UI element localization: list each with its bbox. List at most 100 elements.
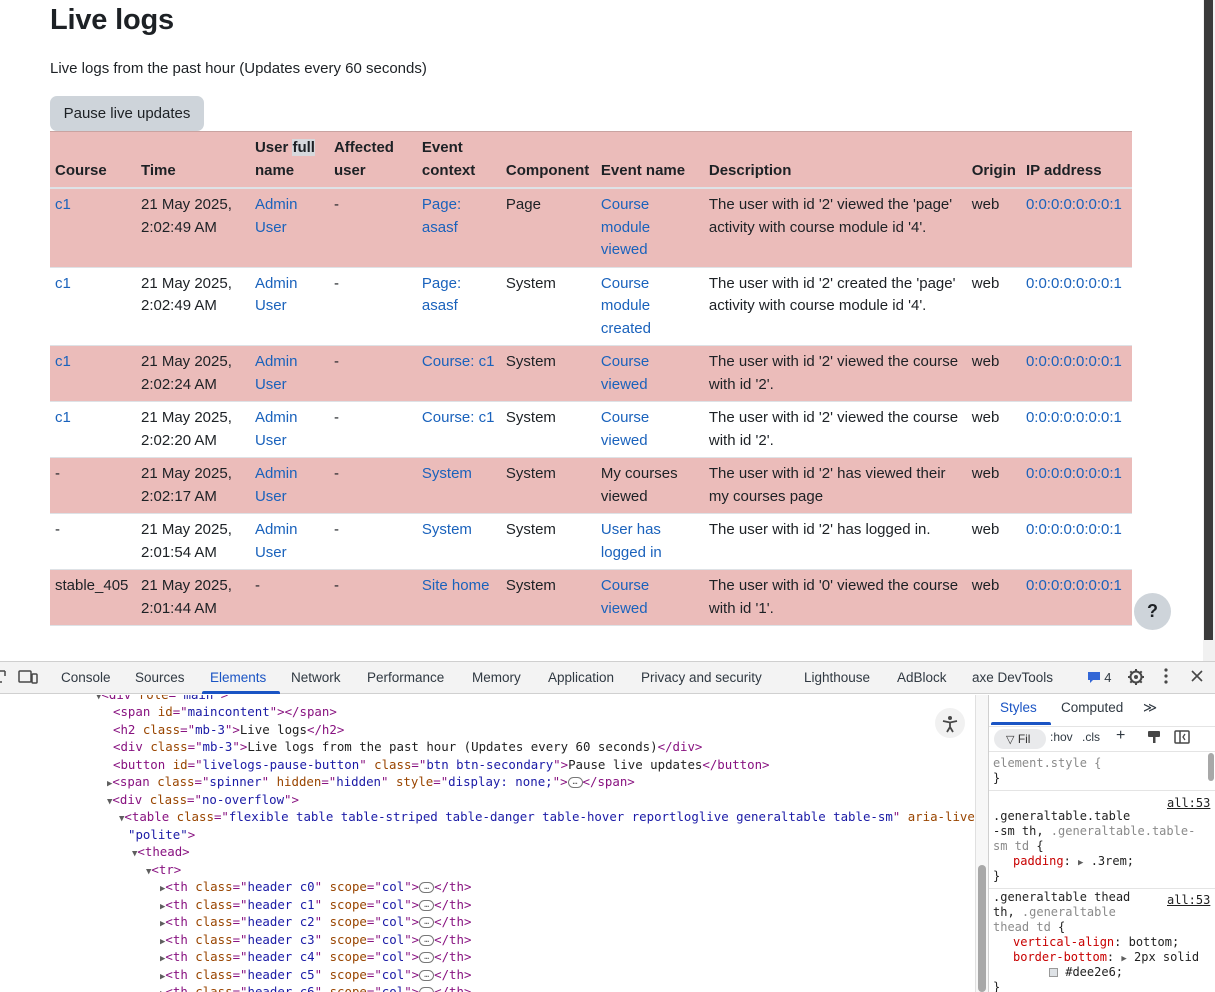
collapsed-content-ellipsis[interactable]: … [419, 917, 434, 928]
styles-scrollbar[interactable] [1206, 753, 1215, 992]
rule1-source-link[interactable]: all:53 [1167, 796, 1210, 810]
tab-application[interactable]: Application [548, 662, 614, 693]
styles-filter-input[interactable]: ▽ Fil [994, 729, 1046, 749]
course-link[interactable]: c1 [55, 196, 71, 213]
hover-state-toggle[interactable]: :hov [1050, 730, 1073, 744]
paint-brush-icon[interactable] [1147, 730, 1161, 747]
ip-address-link[interactable]: 0:0:0:0:0:0:0:1 [1026, 353, 1122, 370]
dom-node-line[interactable]: ▶<th class="header c4" scope="col">…</th… [160, 948, 471, 966]
header-time[interactable]: Time [136, 132, 250, 189]
collapsed-content-ellipsis[interactable]: … [419, 900, 434, 911]
tab-performance[interactable]: Performance [367, 662, 444, 693]
tab-axe-devtools[interactable]: axe DevTools [972, 662, 1053, 693]
tab-network[interactable]: Network [291, 662, 341, 693]
event-context-link[interactable]: Course: c1 [422, 353, 495, 370]
styles-scrollbar-thumb[interactable] [1208, 753, 1214, 781]
collapsed-content-ellipsis[interactable]: … [419, 987, 434, 992]
dom-node-line[interactable]: "polite"> [128, 826, 195, 844]
user-full-name-link[interactable]: Admin User [255, 409, 298, 449]
more-options-icon[interactable] [1158, 668, 1174, 688]
dom-node-line[interactable]: ▼<div class="no-overflow"> [107, 791, 299, 809]
course-link[interactable]: c1 [55, 275, 71, 292]
event-context-link[interactable]: Page: asasf [422, 196, 461, 236]
event-name-link[interactable]: Course viewed [601, 353, 649, 393]
tab-styles[interactable]: Styles [1000, 700, 1037, 715]
dom-node-line[interactable]: ▶<th class="header c2" scope="col">…</th… [160, 913, 471, 931]
ip-address-link[interactable]: 0:0:0:0:0:0:0:1 [1026, 275, 1122, 292]
rule1-declaration[interactable]: padding: ▶ .3rem; [1013, 854, 1134, 871]
tab-elements[interactable]: Elements [210, 662, 266, 693]
dom-node-line[interactable]: ▶<span class="spinner" hidden="hidden" s… [107, 773, 635, 791]
event-context-link[interactable]: Site home [422, 577, 490, 594]
help-button[interactable]: ? [1134, 593, 1171, 630]
header-origin[interactable]: Origin [967, 132, 1021, 189]
rule2-declaration-1[interactable]: vertical-align: bottom; [1013, 935, 1179, 950]
close-devtools-icon[interactable] [1188, 668, 1206, 688]
accessibility-tree-toggle-icon[interactable] [935, 708, 965, 738]
dom-node-line[interactable]: ▼<thead> [132, 843, 190, 861]
dom-tree-scrollbar-thumb[interactable] [978, 865, 986, 992]
tab-memory[interactable]: Memory [472, 662, 521, 693]
tab-console[interactable]: Console [61, 662, 111, 693]
toggle-sidebar-icon[interactable] [1174, 730, 1190, 747]
tab-privacy-and-security[interactable]: Privacy and security [641, 662, 762, 693]
collapsed-content-ellipsis[interactable]: … [419, 882, 434, 893]
ip-address-link[interactable]: 0:0:0:0:0:0:0:1 [1026, 465, 1122, 482]
event-name-link[interactable]: Course module viewed [601, 196, 650, 258]
event-name-link[interactable]: Course viewed [601, 409, 649, 449]
rule2-source-link[interactable]: all:53 [1167, 893, 1210, 907]
dom-node-line[interactable]: ▼<tr> [146, 861, 181, 879]
collapsed-content-ellipsis[interactable]: … [419, 952, 434, 963]
settings-gear-icon[interactable] [1126, 668, 1146, 688]
header-user-full-name[interactable]: User full name [250, 132, 329, 189]
page-scrollbar-thumb[interactable] [1204, 0, 1213, 640]
user-full-name-link[interactable]: Admin User [255, 465, 298, 505]
user-full-name-link[interactable]: Admin User [255, 196, 298, 236]
header-affected-user[interactable]: Affected user [329, 132, 417, 189]
collapsed-content-ellipsis[interactable]: … [419, 935, 434, 946]
tab-adblock[interactable]: AdBlock [897, 662, 947, 693]
user-full-name-link[interactable]: Admin User [255, 521, 298, 561]
header-description[interactable]: Description [704, 132, 967, 189]
ip-address-link[interactable]: 0:0:0:0:0:0:0:1 [1026, 196, 1122, 213]
dom-node-line[interactable]: <span id="maincontent"></span> [113, 703, 337, 721]
elements-dom-tree[interactable]: ▼<div role="main"> <span id="maincontent… [0, 695, 975, 992]
tab-lighthouse[interactable]: Lighthouse [804, 662, 870, 693]
device-toolbar-icon[interactable] [16, 668, 40, 688]
tab-computed[interactable]: Computed [1061, 700, 1123, 715]
pause-live-updates-button[interactable]: Pause live updates [50, 96, 204, 131]
header-event-context[interactable]: Event context [417, 132, 501, 189]
user-full-name-link[interactable]: Admin User [255, 275, 298, 315]
user-full-name-link[interactable]: Admin User [255, 353, 298, 393]
event-context-link[interactable]: Page: asasf [422, 275, 461, 315]
inspect-element-icon[interactable] [0, 668, 10, 688]
tab-sources[interactable]: Sources [135, 662, 185, 693]
dom-node-line[interactable]: <div class="mb-3">Live logs from the pas… [113, 738, 702, 756]
ip-address-link[interactable]: 0:0:0:0:0:0:0:1 [1026, 409, 1122, 426]
dom-node-line[interactable]: ▶<th class="header c0" scope="col">…</th… [160, 878, 471, 896]
page-scrollbar[interactable] [1203, 0, 1215, 661]
event-name-link[interactable]: Course module created [601, 275, 651, 337]
dom-node-line[interactable]: <h2 class="mb-3">Live logs</h2> [113, 721, 344, 739]
dom-node-line[interactable]: ▼<table class="flexible table table-stri… [119, 808, 975, 826]
event-context-link[interactable]: Course: c1 [422, 409, 495, 426]
ip-address-link[interactable]: 0:0:0:0:0:0:0:1 [1026, 521, 1122, 538]
event-name-link[interactable]: Course viewed [601, 577, 649, 617]
class-toggle[interactable]: .cls [1082, 730, 1100, 744]
new-rule-plus-icon[interactable]: + [1116, 727, 1125, 745]
dom-node-line[interactable]: <button id="livelogs-pause-button" class… [113, 756, 770, 774]
dom-node-line[interactable]: ▶<th class="header c3" scope="col">…</th… [160, 931, 471, 949]
event-context-link[interactable]: System [422, 521, 472, 538]
collapsed-content-ellipsis[interactable]: … [419, 970, 434, 981]
course-link[interactable]: c1 [55, 353, 71, 370]
issues-badge[interactable]: 4 [1082, 668, 1116, 688]
collapsed-content-ellipsis[interactable]: … [568, 777, 583, 788]
header-ip-address[interactable]: IP address [1021, 132, 1132, 189]
dom-node-line[interactable]: ▶<th class="header c1" scope="col">…</th… [160, 896, 471, 914]
header-course[interactable]: Course [50, 132, 136, 189]
course-link[interactable]: c1 [55, 409, 71, 426]
ip-address-link[interactable]: 0:0:0:0:0:0:0:1 [1026, 577, 1122, 594]
dom-tree-scrollbar[interactable] [975, 695, 988, 992]
header-component[interactable]: Component [501, 132, 596, 189]
header-event-name[interactable]: Event name [596, 132, 704, 189]
